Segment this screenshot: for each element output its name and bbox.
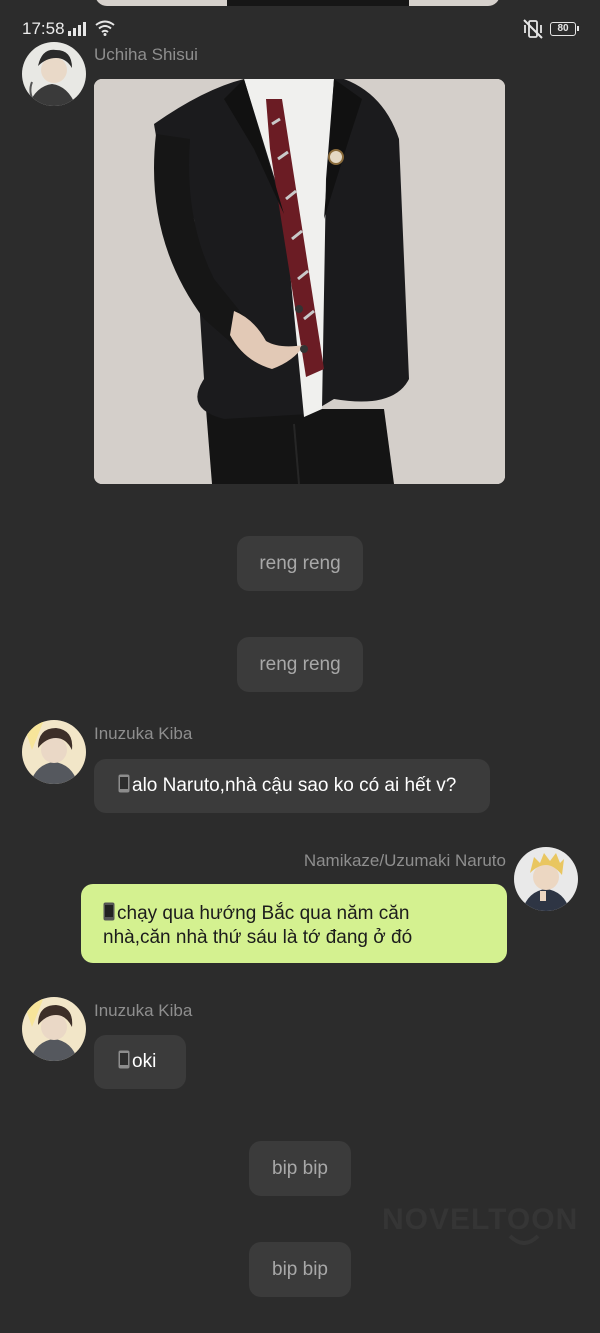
message-bubble: oki — [94, 1035, 186, 1089]
battery-indicator: 80 — [550, 22, 579, 36]
avatar-namikaze-uzumaki-naruto[interactable] — [514, 847, 578, 911]
message-bubble: alo Naruto,nhà cậu sao ko có ai hết v? — [94, 759, 490, 813]
phone-icon — [118, 1050, 130, 1069]
status-time: 17:58 — [22, 19, 65, 38]
previous-image-edge — [95, 0, 500, 6]
sender-name: Inuzuka Kiba — [94, 1001, 193, 1020]
message-bubble-self: chạy qua hướng Bắc qua năm căn nhà,căn n… — [81, 884, 507, 963]
noveltoon-watermark: NOVELTOON — [382, 1203, 579, 1236]
message-text: alo Naruto,nhà cậu sao ko có ai hết v? — [132, 775, 457, 796]
system-message: bip bip — [249, 1141, 351, 1196]
message-text-line-2: nhà,căn nhà thứ sáu là tớ đang ở đó — [103, 927, 413, 948]
system-message: reng reng — [237, 637, 363, 692]
sender-name: Namikaze/Uzumaki Naruto — [303, 851, 506, 870]
sender-name: Uchiha Shisui — [94, 45, 198, 64]
phone-icon — [118, 774, 130, 793]
avatar-inuzuka-kiba[interactable] — [22, 997, 86, 1061]
shared-photo[interactable] — [94, 79, 505, 484]
message-text-line-1: chạy qua hướng Bắc qua năm căn — [117, 903, 410, 924]
vibrate-mute-icon — [523, 19, 543, 39]
avatar-inuzuka-kiba[interactable] — [22, 720, 86, 784]
system-message: reng reng — [237, 536, 363, 591]
avatar-uchiha-shisui[interactable] — [22, 42, 86, 106]
signal-bars-icon — [68, 22, 86, 36]
wifi-icon — [95, 20, 115, 36]
message-text: oki — [132, 1051, 157, 1072]
status-bar: 17:58 80 — [0, 14, 600, 44]
watermark-smile-icon — [508, 1234, 540, 1245]
system-message: bip bip — [249, 1242, 351, 1297]
sender-name: Inuzuka Kiba — [94, 724, 193, 743]
phone-icon — [103, 902, 115, 921]
